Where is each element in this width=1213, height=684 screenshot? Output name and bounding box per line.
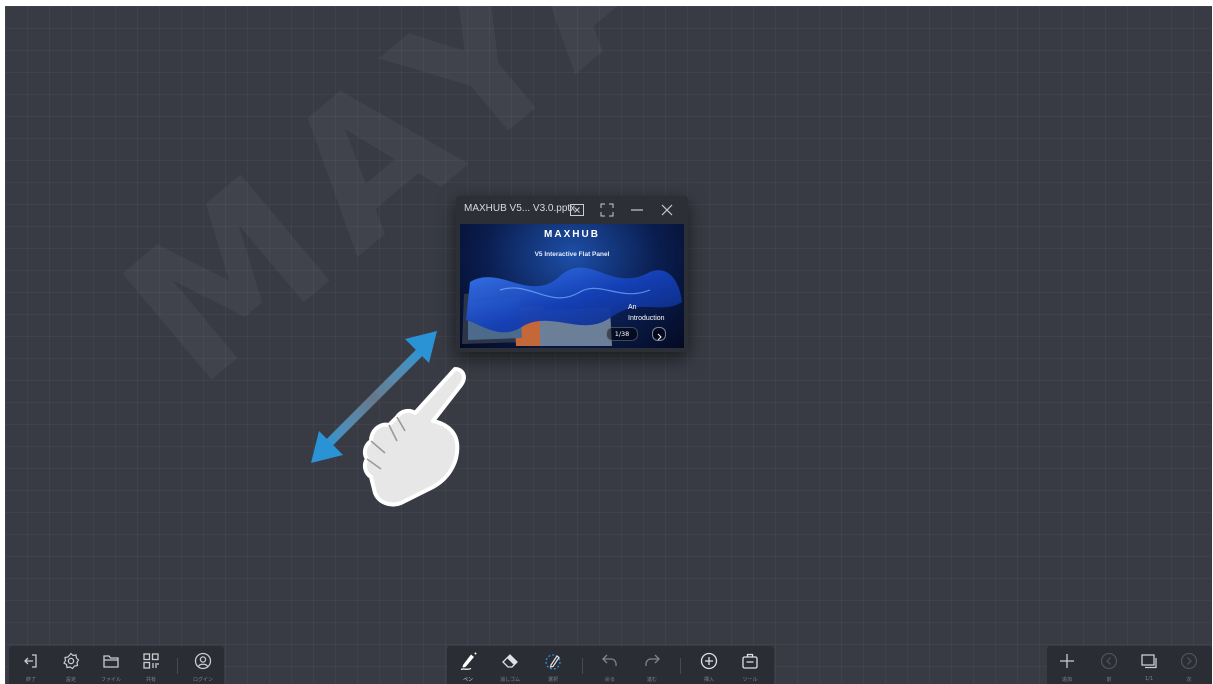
next-page-button[interactable]: 次 <box>1171 646 1207 684</box>
slide-artwork <box>462 267 682 346</box>
slide-intro-line1: An <box>628 304 637 311</box>
eraser-button[interactable]: 消しゴム <box>492 646 528 684</box>
eraser-icon <box>502 654 518 668</box>
undo-label: 戻る <box>604 677 615 683</box>
insert-label: 挿入 <box>703 677 714 683</box>
pages-button[interactable]: 1/1 <box>1131 646 1167 684</box>
undo-button[interactable]: 戻る <box>592 646 628 684</box>
user-icon <box>194 652 212 670</box>
file-button[interactable]: ファイル <box>93 646 129 684</box>
pages-icon <box>1141 654 1157 669</box>
previous-page-icon <box>1100 652 1118 670</box>
chevron-right-icon <box>657 333 662 341</box>
login-label: ログイン <box>192 677 213 683</box>
left-toolbar: 終了 設定 ファイル 共有 ログイン <box>9 646 224 684</box>
slide-subtitle: V5 Interactive Flat Panel <box>534 251 610 258</box>
add-page-icon <box>1060 654 1074 668</box>
close-icon[interactable] <box>659 202 675 218</box>
hand-pointer-icon <box>362 367 466 507</box>
toolbox-icon <box>742 653 758 669</box>
right-toolbar: 追加 前 1/1 次 <box>1047 646 1212 684</box>
ppt-window-header[interactable]: MAXHUB V5... V3.0.pptx <box>456 196 688 224</box>
share-button[interactable]: 共有 <box>133 646 169 684</box>
tools-label: ツール <box>742 677 758 683</box>
next-page-label: 次 <box>1186 677 1192 683</box>
exit-icon <box>24 654 37 668</box>
eraser-label: 消しゴム <box>499 677 520 683</box>
lasso-select-icon <box>545 654 561 670</box>
ppt-window[interactable]: MAXHUB V5... V3.0.pptx MAXHUB V5 Interac… <box>456 196 688 352</box>
select-button[interactable]: 選択 <box>535 646 571 684</box>
redo-label: 進む <box>646 677 657 683</box>
login-button[interactable]: ログイン <box>185 646 221 684</box>
fullscreen-icon[interactable] <box>599 202 615 218</box>
center-toolbar: ペン 消しゴム 選択 戻る 進む 挿入 ツール <box>447 646 774 684</box>
add-page-label: 追加 <box>1061 677 1072 683</box>
next-slide-button[interactable] <box>652 327 666 341</box>
slide-brand: MAXHUB <box>544 229 600 240</box>
insert-button[interactable]: 挿入 <box>691 646 727 684</box>
toolbar-divider <box>582 658 583 674</box>
diagonal-arrow-icon <box>311 331 437 463</box>
slide-intro-line2: Introduction <box>628 315 665 322</box>
ppt-window-title: MAXHUB V5... V3.0.pptx <box>464 203 576 214</box>
redo-button[interactable]: 進む <box>634 646 670 684</box>
gear-icon <box>63 652 80 670</box>
select-label: 選択 <box>547 677 558 683</box>
next-page-icon <box>1180 652 1198 670</box>
share-label: 共有 <box>145 677 156 683</box>
pen-label: ペン <box>462 677 473 683</box>
insert-plus-icon <box>700 652 718 670</box>
slide-page-indicator: 1/38 <box>606 327 638 341</box>
settings-button[interactable]: 設定 <box>53 646 89 684</box>
excel-icon[interactable] <box>569 202 585 218</box>
slide-intro: An Introduction <box>628 302 665 324</box>
previous-page-button[interactable]: 前 <box>1091 646 1127 684</box>
pages-label: 1/1 <box>1144 676 1154 682</box>
exit-label: 終了 <box>25 677 36 683</box>
zoom-gesture-hint <box>311 331 466 507</box>
folder-icon <box>103 655 119 668</box>
previous-page-label: 前 <box>1106 677 1112 683</box>
redo-icon <box>645 654 660 667</box>
settings-label: 設定 <box>65 677 76 683</box>
toolbar-divider <box>177 658 178 674</box>
toolbar-divider <box>680 658 681 674</box>
whiteboard-canvas[interactable]: MAYA S MAXHUB V5... V3.0.pptx <box>5 6 1212 684</box>
undo-icon <box>602 654 617 667</box>
file-label: ファイル <box>100 677 121 683</box>
tools-button[interactable]: ツール <box>732 646 768 684</box>
exit-button[interactable]: 終了 <box>13 646 49 684</box>
ppt-slide-preview[interactable]: MAXHUB V5 Interactive Flat Panel An Intr… <box>460 224 684 348</box>
minimize-icon[interactable] <box>629 202 645 218</box>
pen-icon <box>460 652 477 671</box>
add-page-button[interactable]: 追加 <box>1049 646 1085 684</box>
qr-code-icon <box>143 653 159 669</box>
pen-button[interactable]: ペン <box>450 646 486 684</box>
